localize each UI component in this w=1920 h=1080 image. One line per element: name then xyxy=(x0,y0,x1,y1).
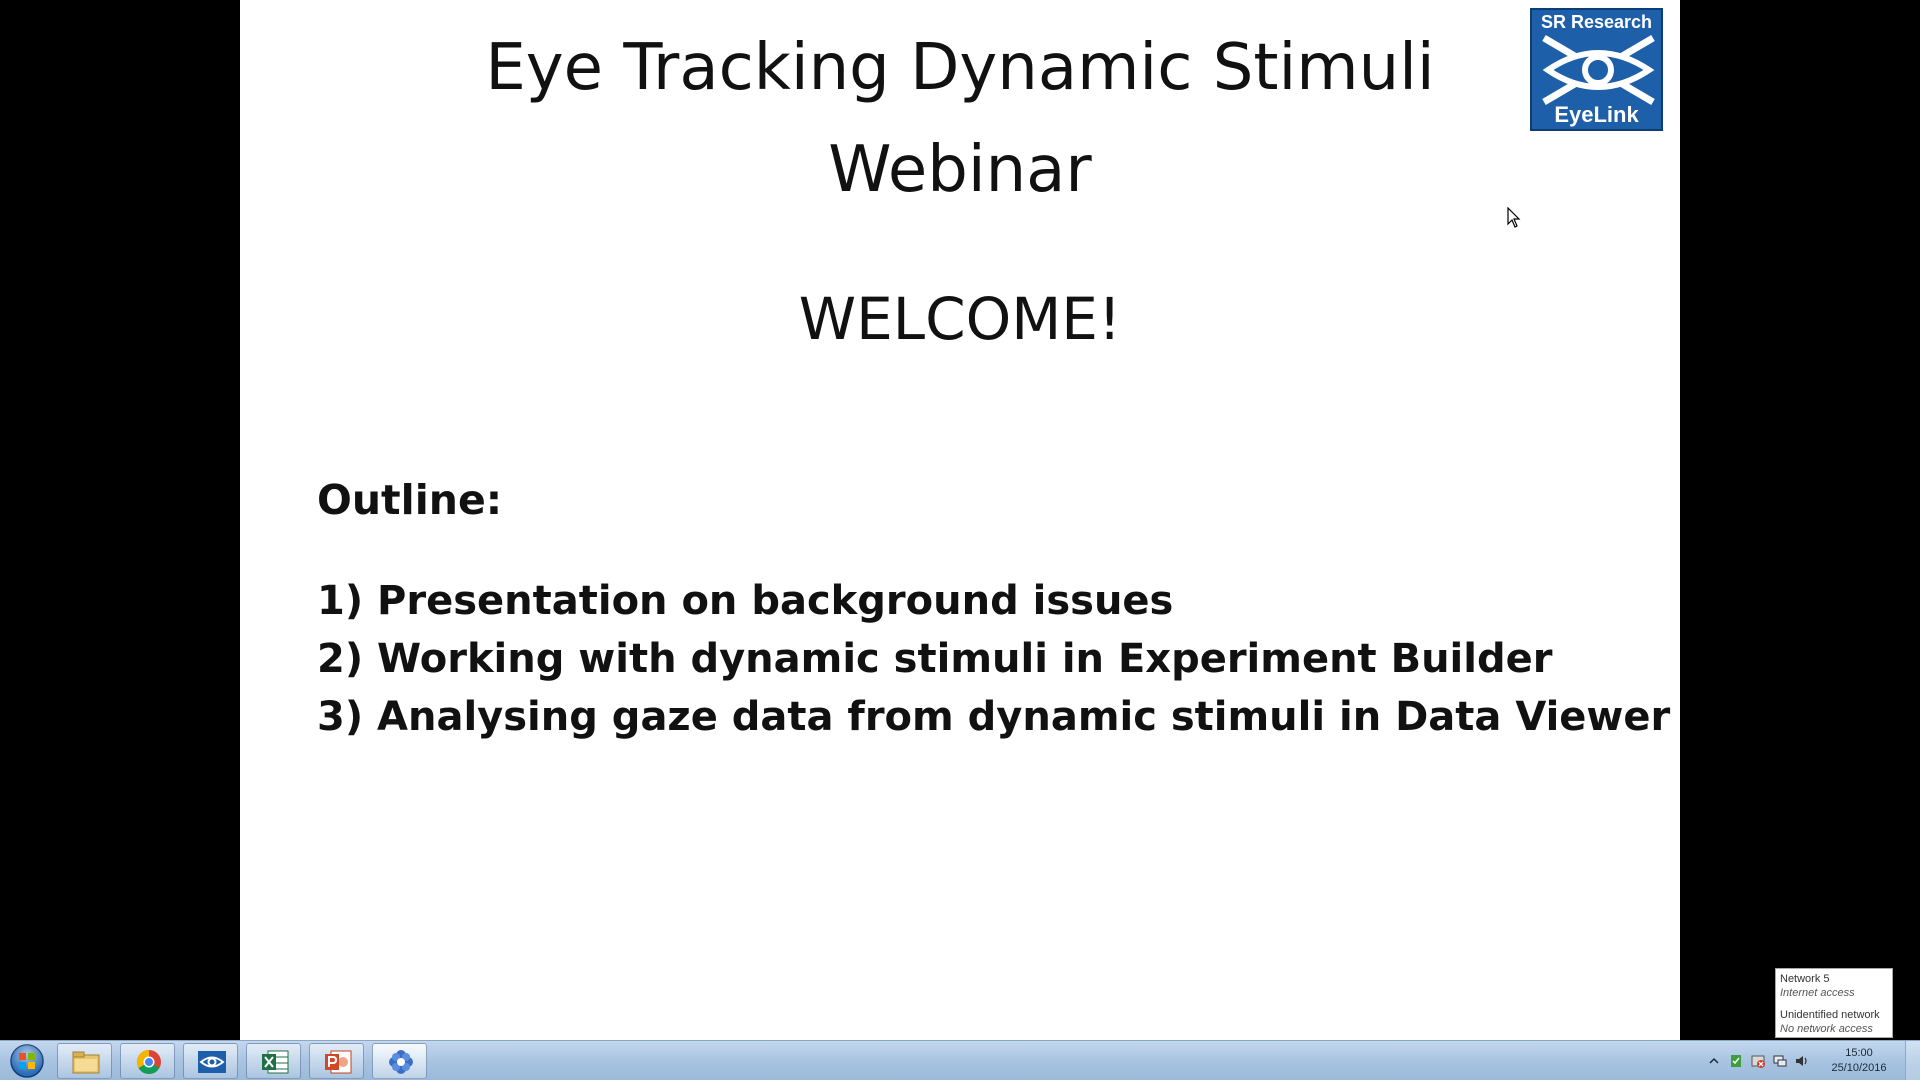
network-name: Network 5 xyxy=(1780,973,1830,985)
slide-title-line-1: Eye Tracking Dynamic Stimuli xyxy=(485,31,1435,105)
clock-date: 25/10/2016 xyxy=(1831,1062,1887,1074)
excel-icon xyxy=(262,1050,289,1074)
outline-list: 1) Presentation on background issues 2) … xyxy=(317,572,1670,746)
chrome-icon xyxy=(136,1050,161,1075)
security-alert-icon[interactable] xyxy=(1750,1053,1766,1069)
flower-app-icon xyxy=(389,1050,413,1074)
taskbar-chrome[interactable] xyxy=(120,1043,175,1079)
taskbar: 15:00 25/10/2016 xyxy=(0,1040,1920,1080)
action-center-icon[interactable] xyxy=(1728,1053,1744,1069)
slide-title-line-2: Webinar xyxy=(828,133,1092,207)
network-icon[interactable] xyxy=(1772,1053,1788,1069)
eye-logo-icon xyxy=(1542,34,1655,106)
outline-heading: Outline: xyxy=(317,476,503,524)
unidentified-network-name: Unidentified network xyxy=(1780,1009,1880,1021)
volume-icon[interactable] xyxy=(1794,1053,1810,1069)
system-tray: 15:00 25/10/2016 xyxy=(1700,1041,1920,1080)
outline-item: 1) Presentation on background issues xyxy=(317,578,1174,624)
powerpoint-icon xyxy=(325,1050,352,1074)
eyelink-app-icon xyxy=(198,1051,226,1073)
taskbar-excel[interactable] xyxy=(246,1043,301,1079)
network-status: Internet access xyxy=(1780,987,1855,999)
logo-bottom-text: EyeLink xyxy=(1554,102,1639,127)
taskbar-powerpoint[interactable] xyxy=(309,1043,364,1079)
show-hidden-icons-arrow-icon[interactable] xyxy=(1706,1053,1722,1069)
welcome-text: WELCOME! xyxy=(798,285,1122,353)
show-desktop-button[interactable] xyxy=(1905,1041,1920,1080)
sr-research-eyelink-logo: SR Research EyeLink xyxy=(1530,8,1663,131)
start-button[interactable] xyxy=(5,1043,49,1079)
screen: Eye Tracking Dynamic Stimuli Webinar SR … xyxy=(0,0,1920,1080)
clock-time: 15:00 xyxy=(1845,1047,1873,1059)
taskbar-flower-app[interactable] xyxy=(372,1043,427,1079)
file-explorer-icon xyxy=(72,1051,100,1074)
network-status-popup: Network 5 Internet access Unidentified n… xyxy=(1775,968,1893,1038)
taskbar-clock[interactable]: 15:00 25/10/2016 xyxy=(1824,1046,1894,1076)
mouse-cursor-icon xyxy=(1507,207,1521,228)
unidentified-network-status: No network access xyxy=(1780,1023,1873,1035)
outline-item: 3) Analysing gaze data from dynamic stim… xyxy=(317,694,1671,740)
logo-top-text: SR Research xyxy=(1540,12,1653,32)
outline-item: 2) Working with dynamic stimuli in Exper… xyxy=(317,636,1553,682)
presentation-slide: Eye Tracking Dynamic Stimuli Webinar SR … xyxy=(240,0,1680,1040)
taskbar-eyelink-app[interactable] xyxy=(183,1043,238,1079)
taskbar-file-explorer[interactable] xyxy=(57,1043,112,1079)
